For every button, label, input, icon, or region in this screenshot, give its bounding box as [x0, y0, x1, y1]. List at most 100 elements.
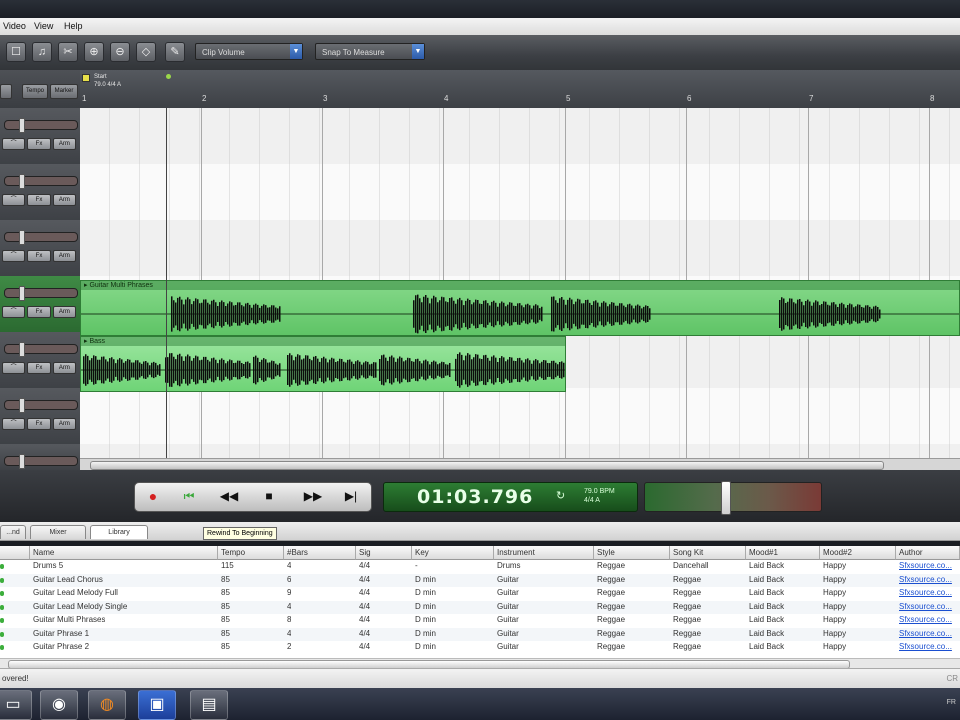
table-row[interactable]: Guitar Multi Phrases 85 8 4/4 D min Guitar Reg… — [0, 614, 960, 628]
column-header-style[interactable]: Style — [594, 546, 670, 560]
table-cell[interactable]: Sfxsource.co... — [899, 561, 952, 570]
timeline-ruler[interactable]: 1 2 3 4 5 6 7 8 — [80, 70, 960, 109]
timeline-grid[interactable]: ▸ Guitar Multi Phrases ▸ Bass — [80, 108, 960, 470]
table-cell[interactable]: Sfxsource.co... — [899, 602, 952, 611]
stop-button[interactable]: ■ — [255, 487, 283, 505]
column-header-sig[interactable]: Sig — [356, 546, 412, 560]
media-player-icon[interactable]: ◉ — [40, 690, 78, 720]
arm-button[interactable]: Arm — [52, 250, 76, 262]
zoom-in-icon[interactable]: ⊕ — [84, 42, 104, 62]
select-tool-icon[interactable]: ☐ — [6, 42, 26, 62]
track-header-3[interactable]: ⌒ Fx Arm — [0, 220, 80, 277]
arm-button[interactable]: Arm — [52, 194, 76, 206]
table-row[interactable]: Guitar Lead Melody Full 85 9 4/4 D min Guitar… — [0, 587, 960, 601]
marker-button[interactable]: Marker — [50, 84, 78, 99]
track-header-7[interactable] — [0, 444, 80, 471]
tab-mixer[interactable]: Mixer — [30, 525, 86, 539]
speaker-tool-icon[interactable]: ♫ — [32, 42, 52, 62]
language-indicator[interactable]: FR — [947, 699, 956, 706]
column-header-name[interactable]: Name — [30, 546, 218, 560]
tempo-button[interactable]: Tempo — [22, 84, 48, 99]
track-lane-3[interactable] — [80, 220, 960, 277]
audio-clip-guitar-multi-phrases[interactable]: ▸ Guitar Multi Phrases — [80, 280, 960, 336]
audio-clip-bass[interactable]: ▸ Bass — [80, 336, 566, 392]
fx-button[interactable]: Fx — [27, 418, 51, 430]
track-lane-2[interactable] — [80, 164, 960, 221]
column-header-mood1[interactable]: Mood#1 — [746, 546, 820, 560]
fx-button[interactable]: Fx — [27, 194, 51, 206]
window-icon[interactable]: ▤ — [190, 690, 228, 720]
column-header-author[interactable]: Author — [896, 546, 960, 560]
table-row[interactable]: Guitar Phrase 1 85 4 4/4 D min Guitar Reggae Re… — [0, 627, 960, 641]
blue-app-icon[interactable]: ▣ — [138, 690, 176, 720]
track-lane-1[interactable] — [80, 108, 960, 165]
fader-knob[interactable] — [19, 174, 25, 189]
firefox-icon[interactable]: ◍ — [88, 690, 126, 720]
track-header-5[interactable]: ⌒ Fx Arm — [0, 332, 80, 389]
track-header-4[interactable]: ⌒ Fx Arm — [0, 276, 80, 333]
column-header-tempo[interactable]: Tempo — [218, 546, 284, 560]
rewind-to-beginning-button[interactable]: ⏮ — [175, 487, 203, 505]
arm-button[interactable]: Arm — [52, 138, 76, 150]
master-volume-meter[interactable] — [644, 481, 822, 515]
volume-fader[interactable] — [4, 454, 78, 469]
volume-fader[interactable] — [4, 174, 78, 189]
arm-button[interactable]: Arm — [52, 362, 76, 374]
envelope-button[interactable]: ⌒ — [2, 418, 26, 430]
playhead-cursor[interactable] — [166, 108, 167, 470]
track-header-6[interactable]: ⌒ Fx Arm — [0, 388, 80, 445]
envelope-button[interactable]: ⌒ — [2, 306, 26, 318]
fader-knob[interactable] — [19, 230, 25, 245]
envelope-button[interactable]: ⌒ — [2, 138, 26, 150]
snap-mode-dropdown[interactable]: Snap To Measure ▼ — [315, 43, 425, 60]
table-cell[interactable]: Sfxsource.co... — [899, 629, 952, 638]
fx-button[interactable]: Fx — [27, 306, 51, 318]
draw-tool-icon[interactable]: ✎ — [165, 42, 185, 62]
volume-fader[interactable] — [4, 342, 78, 357]
fast-forward-button[interactable]: ▶▶ — [299, 487, 327, 505]
track-lane-6[interactable] — [80, 388, 960, 445]
clip-mode-dropdown[interactable]: Clip Volume ▼ — [195, 43, 303, 60]
volume-fader[interactable] — [4, 286, 78, 301]
envelope-button[interactable]: ⌒ — [2, 362, 26, 374]
tab-library[interactable]: Library — [90, 525, 148, 539]
record-button[interactable]: ● — [139, 487, 167, 505]
envelope-button[interactable]: ⌒ — [2, 250, 26, 262]
column-header-mood2[interactable]: Mood#2 — [820, 546, 896, 560]
folder-icon[interactable]: ▭ — [0, 690, 32, 720]
table-cell[interactable]: Sfxsource.co... — [899, 575, 952, 584]
fx-button[interactable]: Fx — [27, 362, 51, 374]
envelope-tool-icon[interactable]: ◇ — [136, 42, 156, 62]
volume-fader[interactable] — [4, 398, 78, 413]
column-header-instrument[interactable]: Instrument — [494, 546, 594, 560]
column-header-song-kit[interactable]: Song Kit — [670, 546, 746, 560]
arm-button[interactable]: Arm — [52, 418, 76, 430]
arm-button[interactable]: Arm — [52, 306, 76, 318]
rewind-button[interactable]: ◀◀ — [215, 487, 243, 505]
column-header-status[interactable] — [0, 546, 30, 560]
go-to-end-button[interactable]: ▶| — [337, 487, 365, 505]
master-volume-knob[interactable] — [721, 481, 731, 515]
column-header-bars[interactable]: #Bars — [284, 546, 356, 560]
menu-view[interactable]: View — [34, 21, 53, 31]
loop-icon[interactable]: ↻ — [556, 489, 565, 502]
scrollbar-thumb[interactable] — [90, 461, 884, 470]
fader-knob[interactable] — [19, 398, 25, 413]
fx-button[interactable]: Fx — [27, 250, 51, 262]
tab-sound[interactable]: ...nd — [0, 525, 26, 539]
table-row[interactable]: Guitar Phrase 2 85 2 4/4 D min Guitar Reggae Re… — [0, 641, 960, 655]
fader-knob[interactable] — [19, 454, 25, 469]
envelope-button[interactable]: ⌒ — [2, 194, 26, 206]
fader-knob[interactable] — [19, 118, 25, 133]
menu-video[interactable]: Video — [3, 21, 26, 31]
zoom-out-icon[interactable]: ⊖ — [110, 42, 130, 62]
column-header-key[interactable]: Key — [412, 546, 494, 560]
table-cell[interactable]: Sfxsource.co... — [899, 642, 952, 651]
split-tool-icon[interactable]: ✂ — [58, 42, 78, 62]
table-cell[interactable]: Sfxsource.co... — [899, 588, 952, 597]
fx-button[interactable]: Fx — [27, 138, 51, 150]
fader-knob[interactable] — [19, 286, 25, 301]
table-row[interactable]: Drums 5 115 4 4/4 - Drums Reggae Dancehall Laid … — [0, 560, 960, 574]
volume-fader[interactable] — [4, 230, 78, 245]
table-cell[interactable]: Sfxsource.co... — [899, 615, 952, 624]
